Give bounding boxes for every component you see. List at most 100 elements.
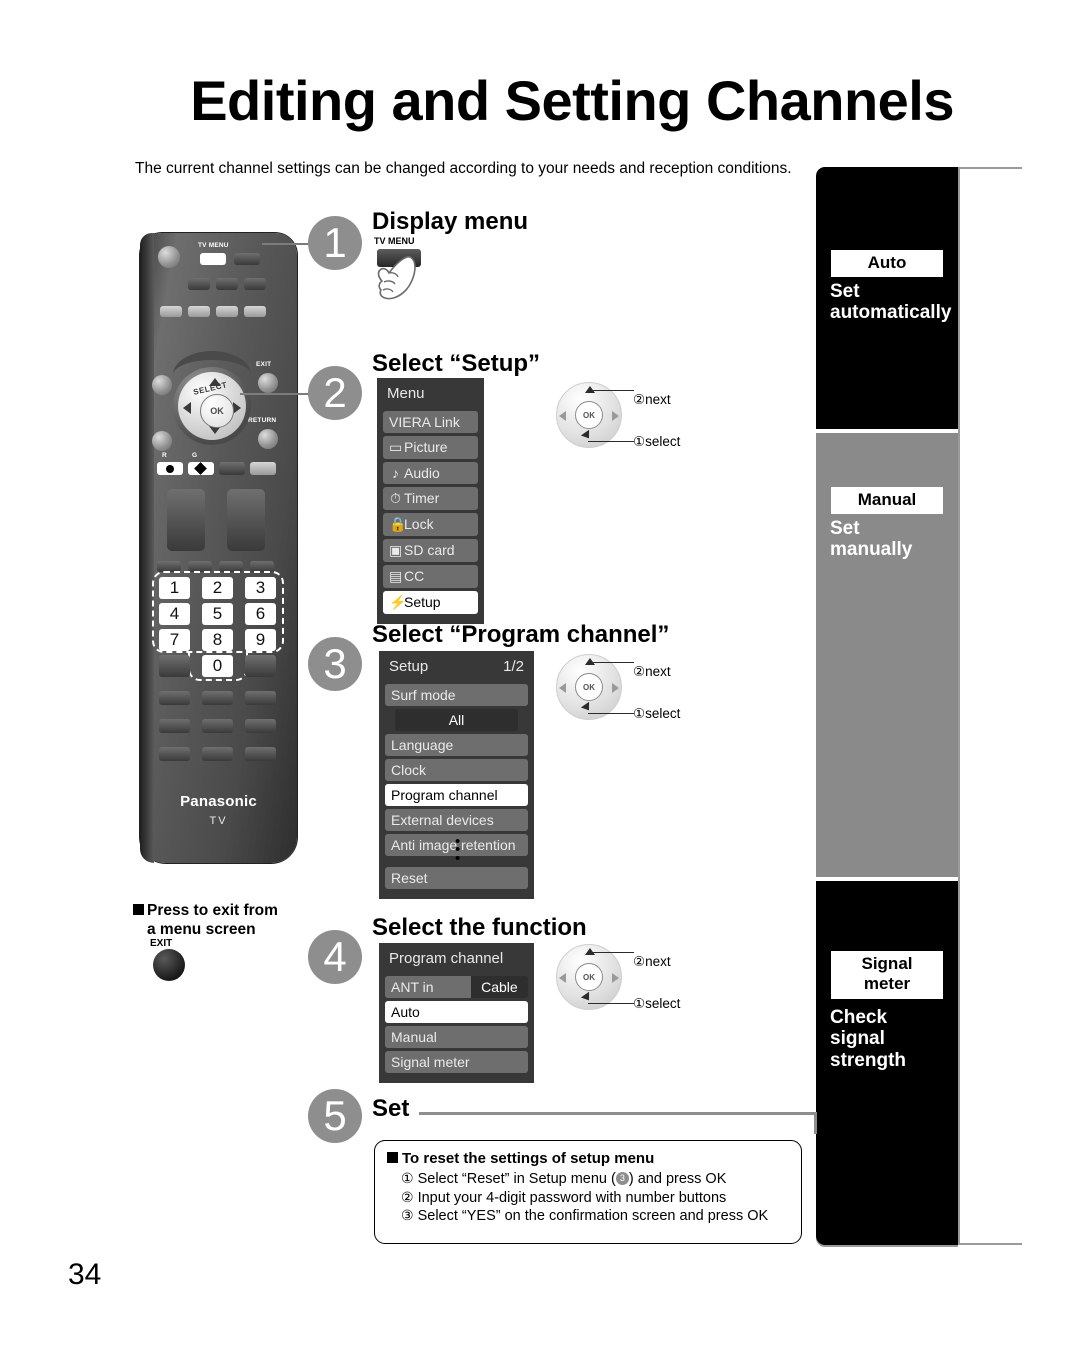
menu-item-timer[interactable]: ⏱ Timer bbox=[383, 487, 478, 510]
menu-item-cc[interactable]: ▤ CC bbox=[383, 565, 478, 588]
ok-button[interactable]: OK bbox=[200, 394, 234, 428]
key-7[interactable]: 7 bbox=[159, 629, 190, 651]
menu-item-timer-label: Timer bbox=[404, 490, 440, 506]
menu-item-lock[interactable]: 🔒Lock bbox=[383, 513, 478, 536]
key-5[interactable]: 5 bbox=[202, 603, 233, 625]
volume-rocker[interactable] bbox=[227, 489, 265, 551]
remote-button-row2-d[interactable] bbox=[244, 306, 266, 317]
direction-pad[interactable]: SELECT OK bbox=[173, 367, 251, 445]
tv-menu-button[interactable] bbox=[200, 253, 226, 265]
arrow-left-icon[interactable] bbox=[183, 402, 191, 414]
arrow-right-icon bbox=[612, 411, 619, 421]
exit-note-line1: Press to exit from bbox=[147, 902, 278, 919]
nav-wheel-step3[interactable]: OK bbox=[556, 654, 622, 720]
bullet-square-icon bbox=[387, 1152, 398, 1163]
menu-item-audio[interactable]: ♪ Audio bbox=[383, 462, 478, 484]
return-button[interactable] bbox=[258, 429, 278, 449]
wheel-next-label-step4: ②next bbox=[633, 954, 671, 970]
pointing-hand-icon bbox=[377, 256, 416, 300]
remote-button-row6-b[interactable] bbox=[202, 747, 233, 761]
setup-item-surf-mode[interactable]: Surf mode bbox=[385, 684, 528, 706]
exit-note-line2: a menu screen bbox=[147, 921, 256, 939]
menu-item-setup[interactable]: ⚡Setup bbox=[383, 591, 478, 614]
remote-button-row5-c[interactable] bbox=[245, 719, 276, 733]
key-0[interactable]: 0 bbox=[202, 655, 233, 677]
remote-button-row6-c[interactable] bbox=[245, 747, 276, 761]
nav-wheel-ok[interactable]: OK bbox=[575, 963, 603, 991]
menu-item-picture[interactable]: ▭ Picture bbox=[383, 436, 478, 459]
program-channel-item-signal-meter[interactable]: Signal meter bbox=[385, 1051, 528, 1073]
key-3[interactable]: 3 bbox=[245, 577, 276, 599]
wheel-select-num-step2: ① bbox=[633, 434, 646, 449]
reset-item-2-text: Input your 4-digit password with number … bbox=[417, 1189, 727, 1206]
key-9[interactable]: 9 bbox=[245, 629, 276, 651]
direction-pad-inner[interactable]: SELECT OK bbox=[178, 372, 246, 440]
setup-item-surf-mode-value[interactable]: All bbox=[395, 709, 518, 731]
remote-button-row4-c[interactable] bbox=[245, 691, 276, 705]
exit-button-callout[interactable] bbox=[153, 949, 185, 981]
key-1[interactable]: 1 bbox=[159, 577, 190, 599]
setup-item-program-channel[interactable]: Program channel bbox=[385, 784, 528, 806]
wheel-select-num-step4: ① bbox=[633, 996, 646, 1011]
remote-button-row5-b[interactable] bbox=[202, 719, 233, 733]
exit-button[interactable] bbox=[258, 373, 278, 393]
nav-wheel-ok[interactable]: OK bbox=[575, 673, 603, 701]
top-right-button[interactable] bbox=[234, 253, 260, 265]
left-side-button[interactable] bbox=[152, 375, 172, 395]
sidebar-caption-auto-l1: Set bbox=[830, 281, 860, 302]
keypad-left-extra[interactable] bbox=[159, 655, 190, 677]
sidebar-chip-signal-l2: meter bbox=[863, 974, 911, 994]
key-4[interactable]: 4 bbox=[159, 603, 190, 625]
nav-wheel-step4[interactable]: OK bbox=[556, 944, 622, 1010]
setup-item-language[interactable]: Language bbox=[385, 734, 528, 756]
sidebar-caption-signal-l1: Check bbox=[830, 1007, 888, 1028]
program-channel-osd-header: Program channel bbox=[385, 948, 528, 973]
ant-in-row[interactable]: ANT in Cable bbox=[385, 976, 528, 998]
setup-item-clock[interactable]: Clock bbox=[385, 759, 528, 781]
wheel-next-text-step4: next bbox=[645, 954, 671, 969]
sidebar-section-manual[interactable]: Manual Set manually bbox=[816, 433, 958, 877]
menu-item-sd-card[interactable]: ▣ SD card bbox=[383, 539, 478, 562]
remote-button-row1-c[interactable] bbox=[244, 278, 266, 290]
reset-item-1-text-before: Select “Reset” in Setup menu ( bbox=[417, 1171, 616, 1187]
remote-button-row2-b[interactable] bbox=[188, 306, 210, 317]
key-6[interactable]: 6 bbox=[245, 603, 276, 625]
color-button-y[interactable] bbox=[219, 462, 245, 475]
remote-button-row5-a[interactable] bbox=[159, 719, 190, 733]
key-2[interactable]: 2 bbox=[202, 577, 233, 599]
remote-button-row4-a[interactable] bbox=[159, 691, 190, 705]
audio-note-icon: ♪ bbox=[392, 465, 399, 481]
nav-wheel-ok[interactable]: OK bbox=[575, 401, 603, 429]
remote-button-row4-b[interactable] bbox=[202, 691, 233, 705]
program-channel-item-manual[interactable]: Manual bbox=[385, 1026, 528, 1048]
remote-button-row6-a[interactable] bbox=[159, 747, 190, 761]
step-2-title: Select “Setup” bbox=[372, 350, 541, 377]
key-8[interactable]: 8 bbox=[202, 629, 233, 651]
remote-button-row1-b[interactable] bbox=[216, 278, 238, 290]
left-side-button-2[interactable] bbox=[152, 431, 172, 451]
remote-control-illustration: TV MENU EXIT RETURN SELECT OK R G 1 2 3 … bbox=[140, 233, 297, 863]
sidebar-section-signal-meter[interactable]: Signal meter Check signal strength bbox=[816, 881, 958, 1245]
color-button-b[interactable] bbox=[250, 462, 276, 475]
channel-rocker[interactable] bbox=[167, 489, 205, 551]
sidebar-caption-auto: Set automatically bbox=[830, 281, 956, 324]
intro-paragraph: The current channel settings can be chan… bbox=[135, 160, 792, 177]
remote-button-row2-c[interactable] bbox=[216, 306, 238, 317]
power-button[interactable] bbox=[158, 246, 180, 268]
remote-button-row1-a[interactable] bbox=[188, 278, 210, 290]
nav-wheel-step2[interactable]: OK bbox=[556, 382, 622, 448]
setup-item-external-devices[interactable]: External devices bbox=[385, 809, 528, 831]
step-3-title: Select “Program channel” bbox=[372, 621, 670, 648]
clock-icon: ⏱ bbox=[390, 490, 401, 506]
menu-item-viera-link[interactable]: VIERA Link bbox=[383, 411, 478, 433]
keypad-right-extra[interactable] bbox=[245, 655, 276, 677]
remote-button-row2-a[interactable] bbox=[160, 306, 182, 317]
sidebar-section-auto[interactable]: Auto Set automatically bbox=[816, 167, 958, 429]
ant-in-value[interactable]: Cable bbox=[470, 976, 528, 998]
arrow-right-icon[interactable] bbox=[233, 402, 241, 414]
brand-subtitle: TV bbox=[209, 815, 228, 827]
program-channel-item-auto[interactable]: Auto bbox=[385, 1001, 528, 1023]
bullet-square-icon bbox=[133, 904, 144, 915]
leader-line-step2 bbox=[240, 393, 312, 395]
setup-item-reset[interactable]: Reset bbox=[385, 867, 528, 889]
